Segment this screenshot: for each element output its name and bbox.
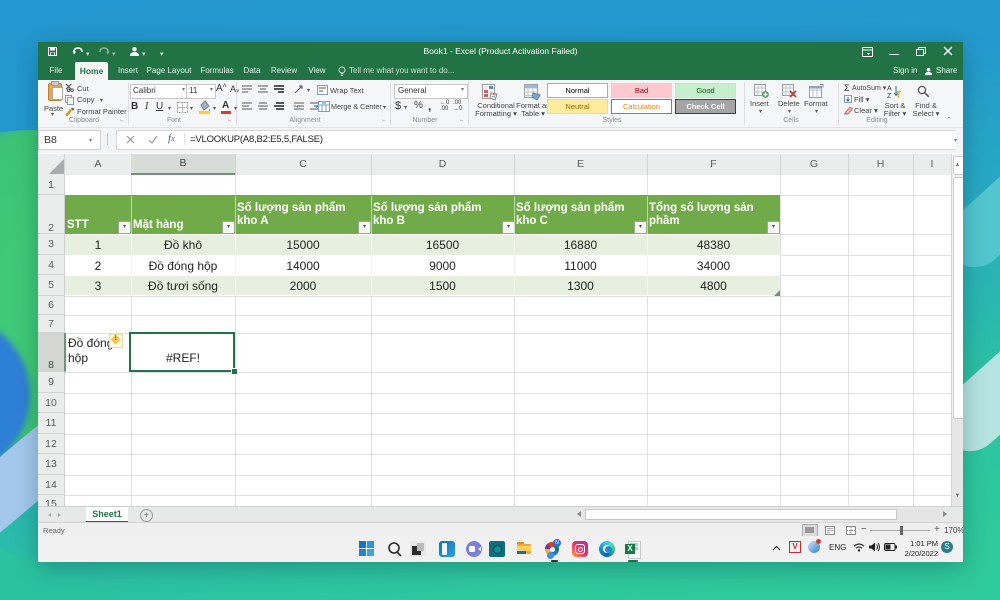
svg-text:A: A — [887, 86, 892, 93]
svg-text:Z: Z — [887, 93, 892, 99]
